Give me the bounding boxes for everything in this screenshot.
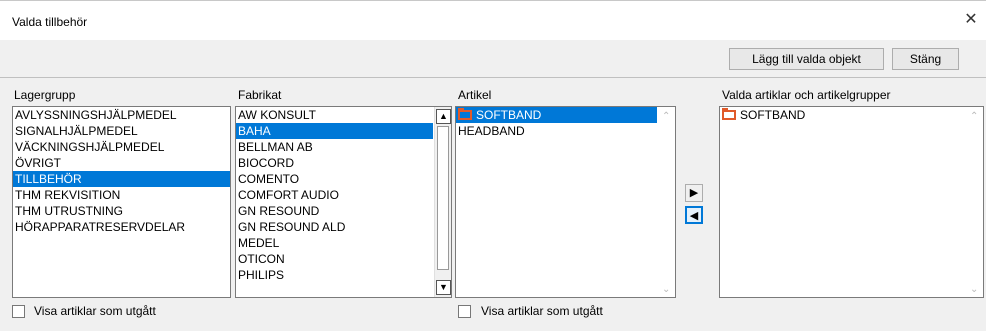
list-item-label: AVLYSSNINGSHJÄLPMEDEL	[15, 108, 177, 122]
scroll-up-chevron-icon: ⌃	[662, 111, 671, 122]
list-item-label: OTICON	[238, 252, 285, 266]
title-bar: Valda tillbehör ✕	[0, 0, 986, 40]
fabrikat-scrollbar[interactable]: ▲ ▼	[434, 107, 451, 297]
show-expired-checkbox-middle[interactable]	[458, 305, 471, 318]
artikel-list[interactable]: SOFTBAND HEADBAND ⌃ ⌄	[455, 106, 676, 298]
list-item-label: GN RESOUND ALD	[238, 220, 346, 234]
valda-header: Valda artiklar och artikelgrupper	[722, 88, 891, 102]
list-item-label: COMFORT AUDIO	[238, 188, 339, 202]
list-item[interactable]: BAHA	[236, 123, 433, 139]
list-item[interactable]: GN RESOUND	[236, 203, 433, 219]
scroll-down-icon[interactable]: ▼	[436, 280, 451, 295]
show-expired-checkbox-left[interactable]	[12, 305, 25, 318]
scroll-thumb[interactable]	[437, 126, 449, 270]
list-item[interactable]: GN RESOUND ALD	[236, 219, 433, 235]
list-item[interactable]: PHILIPS	[236, 267, 433, 283]
list-item-label: COMENTO	[238, 172, 300, 186]
fabrikat-header: Fabrikat	[238, 88, 282, 102]
list-item-label: HÖRAPPARATRESERVDELAR	[15, 220, 186, 234]
toolbar: Lägg till valda objekt Stäng	[0, 40, 986, 78]
list-item-label: SOFTBAND	[740, 108, 806, 122]
list-item-label: PHILIPS	[238, 268, 285, 282]
lagergrupp-list[interactable]: AVLYSSNINGSHJÄLPMEDEL SIGNALHJÄLPMEDEL VÄC…	[12, 106, 231, 298]
close-icon[interactable]: ✕	[962, 11, 980, 29]
move-right-button[interactable]: ▶	[685, 184, 703, 202]
valda-list[interactable]: SOFTBAND ⌃ ⌄	[719, 106, 984, 298]
list-item-label: BIOCORD	[238, 156, 295, 170]
scroll-up-chevron-icon: ⌃	[970, 111, 979, 122]
scroll-down-chevron-icon: ⌄	[970, 284, 979, 295]
list-item[interactable]: TILLBEHÖR	[13, 171, 230, 187]
list-item[interactable]: MEDEL	[236, 235, 433, 251]
move-left-button[interactable]: ◀	[685, 206, 703, 224]
scroll-up-icon[interactable]: ▲	[436, 109, 451, 124]
list-item[interactable]: HÖRAPPARATRESERVDELAR	[13, 219, 230, 235]
valda-scrollbar[interactable]: ⌃ ⌄	[966, 107, 983, 297]
list-item-label: HEADBAND	[458, 124, 525, 138]
list-item-label: SOFTBAND	[476, 108, 542, 122]
list-item-label: VÄCKNINGSHJÄLPMEDEL	[15, 140, 165, 154]
list-item-label: BAHA	[238, 124, 271, 138]
list-item[interactable]: THM REKVISITION	[13, 187, 230, 203]
list-item-label: GN RESOUND	[238, 204, 320, 218]
list-item[interactable]: BIOCORD	[236, 155, 433, 171]
list-item[interactable]: COMFORT AUDIO	[236, 187, 433, 203]
list-item-label: SIGNALHJÄLPMEDEL	[15, 124, 138, 138]
artikel-header: Artikel	[458, 88, 492, 102]
list-item[interactable]: BELLMAN AB	[236, 139, 433, 155]
list-item-label: THM REKVISITION	[15, 188, 121, 202]
list-item-label: MEDEL	[238, 236, 280, 250]
list-item-label: AW KONSULT	[238, 108, 317, 122]
lagergrupp-header: Lagergrupp	[14, 88, 76, 102]
close-button[interactable]: Stäng	[892, 48, 959, 70]
list-item[interactable]: HEADBAND	[456, 123, 657, 139]
scroll-down-chevron-icon: ⌄	[662, 284, 671, 295]
show-expired-label-middle: Visa artiklar som utgått	[481, 304, 603, 318]
list-item-label: THM UTRUSTNING	[15, 204, 123, 218]
list-item[interactable]: OTICON	[236, 251, 433, 267]
list-item[interactable]: ÖVRIGT	[13, 155, 230, 171]
list-item-label: BELLMAN AB	[238, 140, 313, 154]
list-item-label: ÖVRIGT	[15, 156, 62, 170]
show-expired-label-left: Visa artiklar som utgått	[34, 304, 156, 318]
list-item[interactable]: AVLYSSNINGSHJÄLPMEDEL	[13, 107, 230, 123]
list-item-label: TILLBEHÖR	[15, 172, 82, 186]
list-item[interactable]: SOFTBAND	[456, 107, 657, 123]
folder-icon	[722, 108, 736, 120]
window-title: Valda tillbehör	[12, 15, 88, 29]
folder-icon	[458, 108, 472, 120]
list-item[interactable]: AW KONSULT	[236, 107, 433, 123]
artikel-scrollbar[interactable]: ⌃ ⌄	[658, 107, 675, 297]
list-item[interactable]: VÄCKNINGSHJÄLPMEDEL	[13, 139, 230, 155]
fabrikat-list[interactable]: AW KONSULT BAHA BELLMAN AB BIOCORD COMENTO CO…	[235, 106, 452, 298]
add-selected-button[interactable]: Lägg till valda objekt	[729, 48, 884, 70]
list-item[interactable]: COMENTO	[236, 171, 433, 187]
list-item[interactable]: SOFTBAND	[720, 107, 965, 123]
list-item[interactable]: THM UTRUSTNING	[13, 203, 230, 219]
content-area: Lagergrupp AVLYSSNINGSHJÄLPMEDEL SIGNALHJ…	[0, 82, 986, 331]
list-item[interactable]: SIGNALHJÄLPMEDEL	[13, 123, 230, 139]
